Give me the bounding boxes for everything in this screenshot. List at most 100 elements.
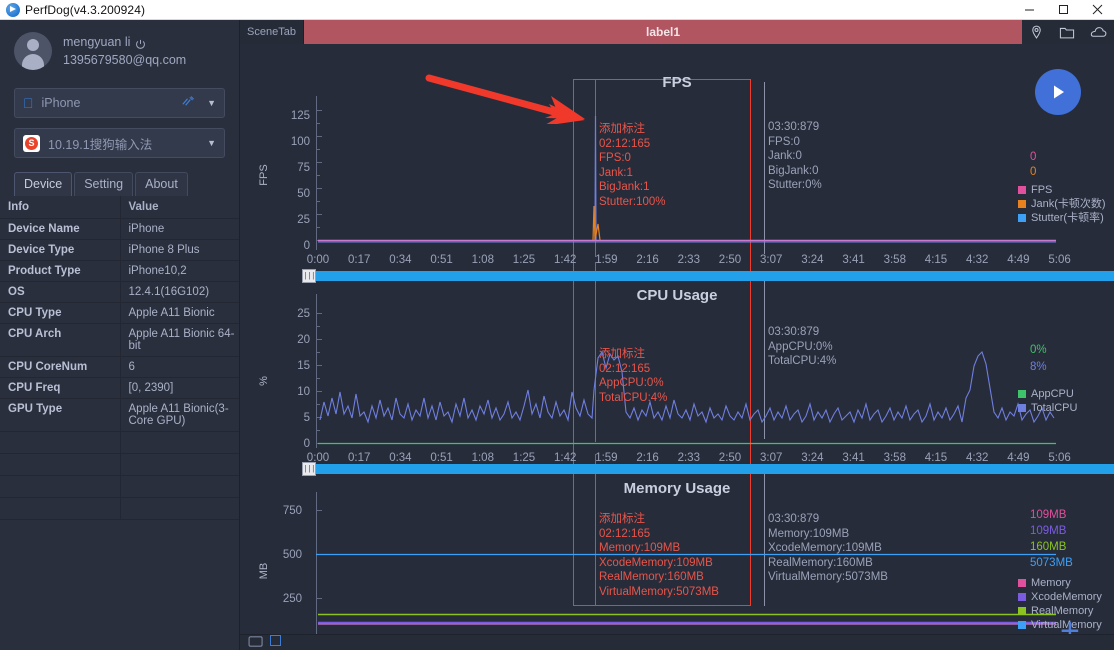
info-value: iPhone10,2 xyxy=(120,260,239,282)
plot-fps xyxy=(316,96,1056,250)
tab-about[interactable]: About xyxy=(135,172,188,196)
play-button[interactable] xyxy=(1035,69,1081,115)
close-button[interactable] xyxy=(1080,0,1114,19)
app-picker[interactable]: S 10.19.1搜狗输入法 ▼ xyxy=(14,128,225,158)
y-tick: 25 xyxy=(297,214,310,226)
device-picker-label: iPhone xyxy=(31,96,81,110)
table-row[interactable]: GPU Type Apple A11 Bionic(3-Core GPU) xyxy=(0,398,239,432)
app-picker-label: 10.19.1搜狗输入法 xyxy=(48,137,153,152)
play-icon xyxy=(1054,85,1064,99)
checkbox-icon[interactable] xyxy=(270,635,281,646)
cloud-icon[interactable] xyxy=(1090,25,1107,39)
device-info-table: Info Value Device Name iPhone Device Type i… xyxy=(0,196,239,520)
x-tick: 0:51 xyxy=(430,254,453,266)
scene-label-bar[interactable]: label1 xyxy=(304,20,1022,44)
timeline-scrollbar-fps[interactable]: ||| ||| xyxy=(302,269,1114,283)
table-row[interactable]: Device Type iPhone 8 Plus xyxy=(0,239,239,261)
legend-value-fps: 0 xyxy=(1030,151,1037,163)
timeline-track[interactable] xyxy=(316,271,1114,281)
info-value: Apple A11 Bionic xyxy=(120,302,239,324)
y-tick: 10 xyxy=(297,386,310,398)
timeline-track[interactable] xyxy=(316,464,1114,474)
legend-value-memory: 109MB xyxy=(1030,509,1067,521)
y-tick: 250 xyxy=(282,593,302,605)
table-row[interactable]: CPU Type Apple A11 Bionic xyxy=(0,302,239,324)
legend-item: TotalCPU xyxy=(1018,401,1077,415)
legend-item: XcodeMemory xyxy=(1018,590,1102,604)
chart-cpu: CPU Usage % 25 20 15 10 5 0 添加标注 02:12:1… xyxy=(240,287,1114,472)
x-tick: 0:17 xyxy=(347,254,371,266)
annotation-selected-cpu: 添加标注 02:12:165 AppCPU:0% TotalCPU:4% xyxy=(599,348,668,404)
x-tick: 5:06 xyxy=(1048,254,1071,266)
y-tick: 0 xyxy=(303,438,310,450)
chevron-down-icon[interactable]: ▼ xyxy=(207,138,216,148)
info-value: Apple A11 Bionic(3-Core GPU) xyxy=(120,398,239,432)
timeline-scrollbar-cpu[interactable]: ||| ||| xyxy=(302,462,1114,476)
folder-icon[interactable] xyxy=(1059,25,1075,40)
y-tick: 50 xyxy=(297,188,310,200)
tab-device[interactable]: Device xyxy=(14,172,73,196)
info-value: Apple A11 Bionic 64-bit xyxy=(120,323,239,357)
timeline-handle-left[interactable]: ||| xyxy=(302,269,316,283)
legend-value-appcpu: 0% xyxy=(1030,344,1047,356)
info-key: CPU CoreNum xyxy=(0,356,121,378)
annotation-hover-cpu: 03:30:879 AppCPU:0% TotalCPU:4% xyxy=(768,326,837,367)
legend-swatch xyxy=(1018,607,1026,615)
legend-swatch xyxy=(1018,404,1026,412)
annotation-hover-fps: 03:30:879 FPS:0 Jank:0 BigJank:0 Stutter… xyxy=(768,121,822,191)
table-row[interactable]: CPU CoreNum 6 xyxy=(0,356,239,378)
chevron-down-icon[interactable]: ▼ xyxy=(207,98,216,108)
table-row-empty xyxy=(0,453,239,476)
bottom-tab[interactable] xyxy=(270,635,285,646)
x-tick: 3:41 xyxy=(842,254,865,266)
main-pane: SceneTab label1 FPS FPS 125 100 75 50 25… xyxy=(240,20,1114,650)
window-icon[interactable] xyxy=(248,635,270,650)
y-tick: 100 xyxy=(290,136,310,148)
scene-tab-strip: SceneTab label1 xyxy=(240,20,1114,44)
x-tick: 3:07 xyxy=(759,254,783,266)
legend-swatch xyxy=(1018,593,1026,601)
y-tick: 5 xyxy=(303,412,310,424)
legend-value-virtualmemory: 5073MB xyxy=(1030,557,1073,569)
table-row[interactable]: Device Name iPhone xyxy=(0,218,239,240)
info-key: Device Name xyxy=(0,218,121,240)
x-tick: 0:34 xyxy=(389,254,412,266)
x-tick: 3:24 xyxy=(801,254,824,266)
legend-item: Memory xyxy=(1018,576,1102,590)
perfdog-logo-icon xyxy=(6,2,20,17)
scene-tab-button[interactable]: SceneTab xyxy=(240,20,304,44)
window-title: PerfDog(v4.3.200924) xyxy=(25,2,146,17)
legend-swatch xyxy=(1018,390,1026,398)
legend-swatch xyxy=(1018,621,1026,629)
location-pin-icon[interactable] xyxy=(1029,25,1044,40)
y-axis-label-fps: FPS xyxy=(258,164,270,186)
maximize-button[interactable] xyxy=(1046,0,1080,19)
legend-cpu: AppCPU TotalCPU xyxy=(1018,387,1077,415)
y-tick: 125 xyxy=(290,110,310,122)
table-row[interactable]: CPU Freq [0, 2390] xyxy=(0,377,239,399)
legend-item: Stutter(卡顿率) xyxy=(1018,211,1106,225)
minimize-button[interactable] xyxy=(1012,0,1046,19)
y-tick: 20 xyxy=(297,334,310,346)
timeline-handle-left[interactable]: ||| xyxy=(302,462,316,476)
chart-memory: Memory Usage MB 750 500 250 0 xyxy=(240,480,1114,634)
device-picker[interactable]:  iPhone ▼ xyxy=(14,88,225,118)
plot-cpu xyxy=(316,294,1056,448)
legend-swatch xyxy=(1018,214,1026,222)
x-tick: 4:15 xyxy=(924,254,948,266)
x-tick: 1:59 xyxy=(595,254,618,266)
legend-value-jank: 0 xyxy=(1030,166,1037,178)
table-row-empty xyxy=(0,475,239,498)
usb-link-icon[interactable] xyxy=(180,95,195,111)
add-chart-button[interactable]: + xyxy=(1060,614,1080,634)
legend-item: Jank(卡顿次数) xyxy=(1018,197,1106,211)
column-header-value: Value xyxy=(120,196,239,219)
power-icon[interactable] xyxy=(135,37,146,49)
x-tick: 3:58 xyxy=(883,254,906,266)
table-row[interactable]: Product Type iPhone10,2 xyxy=(0,260,239,282)
tab-setting[interactable]: Setting xyxy=(74,172,134,196)
annotation-selected-fps: 添加标注 02:12:165 FPS:0 Jank:1 BigJank:1 St… xyxy=(599,123,666,208)
table-row[interactable]: OS 12.4.1(16G102) xyxy=(0,281,239,303)
table-row[interactable]: CPU Arch Apple A11 Bionic 64-bit xyxy=(0,323,239,357)
info-key: Product Type xyxy=(0,260,121,282)
